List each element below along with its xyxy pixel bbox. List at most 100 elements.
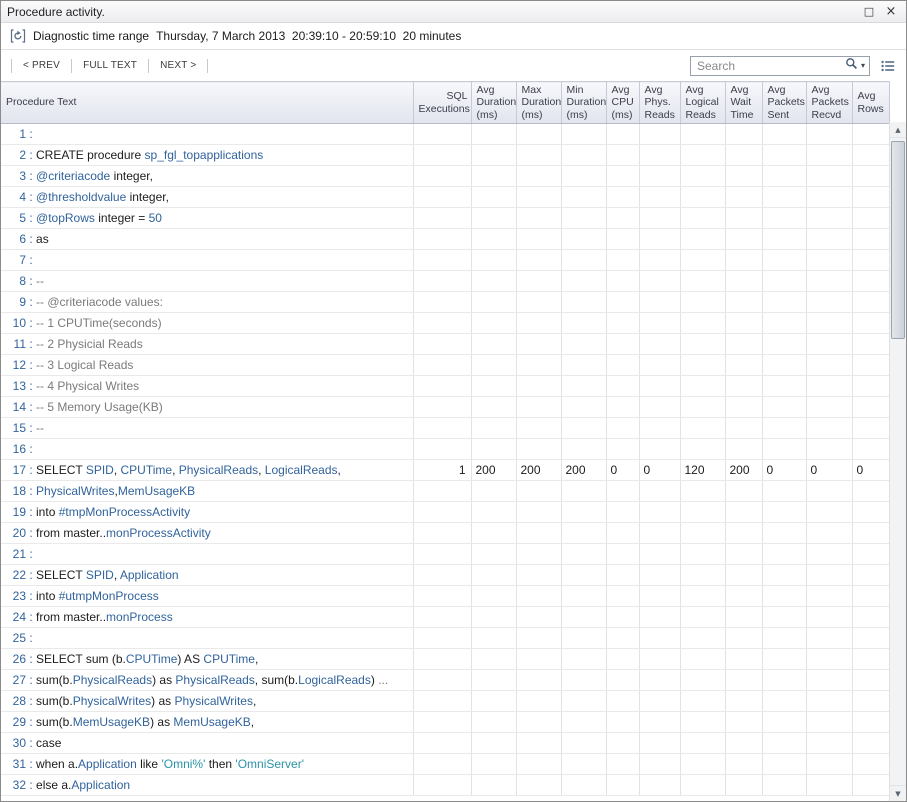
- metric-cell: [725, 187, 762, 208]
- metric-cell: [762, 481, 806, 502]
- table-row[interactable]: 22 : SELECT SPID, Application: [1, 565, 889, 586]
- column-chooser-icon[interactable]: [878, 57, 898, 75]
- table-row[interactable]: 19 : into #tmpMonProcessActivity: [1, 502, 889, 523]
- column-header-min-duration-ms[interactable]: Min Duration (ms): [561, 82, 606, 124]
- column-header-avg-wait-time[interactable]: Avg Wait Time: [725, 82, 762, 124]
- code-segment: -- 3 Logical Reads: [36, 358, 133, 372]
- metric-cell: [516, 418, 561, 439]
- table-row[interactable]: 2 : CREATE procedure sp_fgl_topapplicati…: [1, 145, 889, 166]
- table-row[interactable]: 5 : @topRows integer = 50: [1, 208, 889, 229]
- metric-cell: [639, 586, 680, 607]
- table-row[interactable]: 31 : when a.Application like 'Omni%' the…: [1, 754, 889, 775]
- metric-cell: [762, 502, 806, 523]
- column-header-avg-cpu-ms[interactable]: Avg CPU (ms): [606, 82, 639, 124]
- table-row[interactable]: 20 : from master..monProcessActivity: [1, 523, 889, 544]
- table-row[interactable]: 7 :: [1, 250, 889, 271]
- code-segment: PhysicalWrites: [36, 484, 114, 498]
- maximize-icon[interactable]: □: [860, 4, 878, 20]
- table-row[interactable]: 6 : as: [1, 229, 889, 250]
- table-row[interactable]: 23 : into #utmpMonProcess: [1, 586, 889, 607]
- table-row[interactable]: 25 :: [1, 628, 889, 649]
- line-number: 5: [6, 211, 26, 225]
- next-button[interactable]: NEXT >: [151, 57, 205, 74]
- column-header-procedure-text[interactable]: Procedure Text: [1, 82, 413, 124]
- table-row[interactable]: 8 : --: [1, 271, 889, 292]
- search-dropdown-icon[interactable]: ▾: [861, 61, 865, 70]
- metric-cell: [639, 229, 680, 250]
- metric-cell: [413, 712, 471, 733]
- column-header-avg-logical-reads[interactable]: Avg Logical Reads: [680, 82, 725, 124]
- metric-cell: [806, 481, 852, 502]
- table-row[interactable]: 17 : SELECT SPID, CPUTime, PhysicalReads…: [1, 460, 889, 481]
- column-header-avg-rows[interactable]: Avg Rows: [852, 82, 889, 124]
- metric-cell: [471, 649, 516, 670]
- table-row[interactable]: 29 : sum(b.MemUsageKB) as MemUsageKB,: [1, 712, 889, 733]
- table-row[interactable]: 12 : -- 3 Logical Reads: [1, 355, 889, 376]
- metric-cell: [639, 376, 680, 397]
- full-text-button[interactable]: FULL TEXT: [74, 57, 146, 74]
- metric-cell: 0: [762, 460, 806, 481]
- table-row[interactable]: 9 : -- @criteriacode values:: [1, 292, 889, 313]
- procedure-text-cell: 2 : CREATE procedure sp_fgl_topapplicati…: [1, 145, 413, 166]
- metric-cell: [516, 271, 561, 292]
- line-number-separator: :: [26, 568, 36, 582]
- metric-cell: [639, 670, 680, 691]
- metric-cell: [471, 334, 516, 355]
- scroll-down-icon[interactable]: ▼: [890, 785, 906, 801]
- table-row[interactable]: 1 :: [1, 124, 889, 145]
- toolbar-separator: [71, 59, 72, 73]
- line-number: 16: [6, 442, 26, 456]
- metric-cell: [806, 376, 852, 397]
- scrollbar-thumb[interactable]: [891, 141, 905, 339]
- table-row[interactable]: 21 :: [1, 544, 889, 565]
- table-row[interactable]: 11 : -- 2 Physicial Reads: [1, 334, 889, 355]
- line-number-separator: :: [26, 211, 36, 225]
- column-header-avg-packets-recvd[interactable]: Avg Packets Recvd: [806, 82, 852, 124]
- table-row[interactable]: 24 : from master..monProcess: [1, 607, 889, 628]
- code-segment: ...: [375, 673, 388, 687]
- procedure-text-cell: 28 : sum(b.PhysicalWrites) as PhysicalWr…: [1, 691, 413, 712]
- table-row[interactable]: 27 : sum(b.PhysicalReads) as PhysicalRea…: [1, 670, 889, 691]
- close-icon[interactable]: ×: [882, 4, 900, 20]
- metric-cell: [606, 565, 639, 586]
- vertical-scrollbar[interactable]: ▲ ▼: [889, 122, 906, 801]
- metric-cell: [725, 439, 762, 460]
- prev-button[interactable]: < PREV: [14, 57, 69, 74]
- metric-cell: [762, 229, 806, 250]
- code-segment: MemUsageKB: [173, 715, 250, 729]
- column-header-sql-executions[interactable]: SQL Executions: [413, 82, 471, 124]
- table-row[interactable]: 4 : @thresholdvalue integer,: [1, 187, 889, 208]
- metric-cell: [725, 313, 762, 334]
- table-row[interactable]: 3 : @criteriacode integer,: [1, 166, 889, 187]
- column-header-avg-packets-sent[interactable]: Avg Packets Sent: [762, 82, 806, 124]
- metric-cell: [413, 439, 471, 460]
- table-row[interactable]: 10 : -- 1 CPUTime(seconds): [1, 313, 889, 334]
- metric-cell: [725, 250, 762, 271]
- column-header-avg-phys-reads[interactable]: Avg Phys. Reads: [639, 82, 680, 124]
- metric-cell: [471, 250, 516, 271]
- metric-cell: [639, 271, 680, 292]
- metric-cell: [852, 523, 889, 544]
- search-input[interactable]: [697, 59, 845, 73]
- metric-cell: [680, 775, 725, 796]
- metric-cell: [806, 334, 852, 355]
- table-row[interactable]: 15 : --: [1, 418, 889, 439]
- table-row[interactable]: 30 : case: [1, 733, 889, 754]
- metric-cell: [413, 313, 471, 334]
- scroll-up-icon[interactable]: ▲: [890, 122, 906, 138]
- column-header-max-duration-ms[interactable]: Max Duration (ms): [516, 82, 561, 124]
- table-row[interactable]: 28 : sum(b.PhysicalWrites) as PhysicalWr…: [1, 691, 889, 712]
- table-row[interactable]: 18 : PhysicalWrites,MemUsageKB: [1, 481, 889, 502]
- table-row[interactable]: 14 : -- 5 Memory Usage(KB): [1, 397, 889, 418]
- table-row[interactable]: 16 :: [1, 439, 889, 460]
- diagnostic-time-icon[interactable]: [10, 29, 26, 43]
- search-icon[interactable]: [845, 57, 858, 75]
- table-row[interactable]: 26 : SELECT sum (b.CPUTime) AS CPUTime,: [1, 649, 889, 670]
- column-header-avg-duration-ms[interactable]: Avg Duration (ms): [471, 82, 516, 124]
- table-row[interactable]: 32 : else a.Application: [1, 775, 889, 796]
- metric-cell: [516, 775, 561, 796]
- procedure-text-cell: 12 : -- 3 Logical Reads: [1, 355, 413, 376]
- metric-cell: [725, 565, 762, 586]
- procedure-text-cell: 16 :: [1, 439, 413, 460]
- table-row[interactable]: 13 : -- 4 Physical Writes: [1, 376, 889, 397]
